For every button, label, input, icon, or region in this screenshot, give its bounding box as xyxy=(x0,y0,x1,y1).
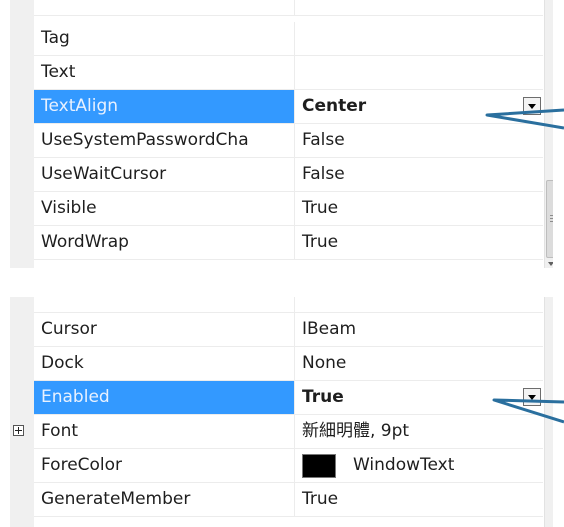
property-name: Tag xyxy=(34,22,295,56)
property-name: Visible xyxy=(34,192,295,226)
property-row-wordwrap[interactable]: WordWrap True xyxy=(34,226,544,260)
property-row-tag[interactable]: Tag xyxy=(34,22,544,56)
property-row-partial xyxy=(34,297,544,313)
property-row-cursor[interactable]: Cursor IBeam xyxy=(34,313,544,347)
property-row-usewaitcursor[interactable]: UseWaitCursor False xyxy=(34,158,544,192)
property-name: UseSystemPasswordCha xyxy=(34,124,295,158)
property-row-partial xyxy=(34,0,544,16)
property-row-visible[interactable]: Visible True xyxy=(34,192,544,226)
property-value[interactable] xyxy=(295,56,543,90)
property-value[interactable]: True xyxy=(295,192,543,226)
property-row-forecolor[interactable]: ForeColor WindowText xyxy=(34,449,544,483)
property-row-enabled[interactable]: Enabled True xyxy=(34,381,544,415)
property-name: ForeColor xyxy=(34,449,295,483)
property-row-dock[interactable]: Dock None xyxy=(34,347,544,381)
grid-margin xyxy=(10,297,34,527)
property-row-font[interactable]: Font 新細明體, 9pt xyxy=(34,415,544,449)
property-value[interactable]: 新細明體, 9pt xyxy=(295,415,543,449)
scrollbar-thumb[interactable] xyxy=(546,180,553,258)
property-name: GenerateMember xyxy=(34,483,295,517)
property-value[interactable]: True xyxy=(295,226,543,260)
vertical-scrollbar[interactable] xyxy=(544,297,553,527)
grid-margin xyxy=(10,0,34,268)
chevron-down-icon[interactable] xyxy=(523,388,541,406)
property-name: TextAlign xyxy=(34,90,295,124)
property-value[interactable]: False xyxy=(295,124,543,158)
property-value[interactable]: False xyxy=(295,158,543,192)
property-name: Text xyxy=(34,56,295,90)
property-name: Font xyxy=(34,415,295,449)
property-grid-top: Tag Text TextAlign Center UseSystemPassw… xyxy=(10,0,553,268)
property-value[interactable]: True xyxy=(295,381,543,415)
chevron-down-icon[interactable] xyxy=(523,97,541,115)
property-value[interactable]: True xyxy=(295,483,543,517)
property-row-text[interactable]: Text xyxy=(34,56,544,90)
property-value[interactable]: IBeam xyxy=(295,313,543,347)
property-row-generatemember[interactable]: GenerateMember True xyxy=(34,483,544,517)
property-grid-bottom: Cursor IBeam Dock None Enabled True Font… xyxy=(10,297,553,527)
property-name: WordWrap xyxy=(34,226,295,260)
scroll-down-icon[interactable] xyxy=(548,262,553,266)
expand-icon[interactable] xyxy=(13,425,24,436)
property-value[interactable]: WindowText xyxy=(295,449,543,483)
property-value[interactable] xyxy=(295,22,543,56)
property-name: Dock xyxy=(34,347,295,381)
property-row-usesystempasswordchar[interactable]: UseSystemPasswordCha False xyxy=(34,124,544,158)
color-swatch xyxy=(302,453,336,478)
property-value[interactable]: Center xyxy=(295,90,543,124)
property-name: Cursor xyxy=(34,313,295,347)
property-name: UseWaitCursor xyxy=(34,158,295,192)
property-name: Enabled xyxy=(34,381,295,415)
color-name: WindowText xyxy=(353,455,455,475)
property-value[interactable]: None xyxy=(295,347,543,381)
property-row-textalign[interactable]: TextAlign Center xyxy=(34,90,544,124)
